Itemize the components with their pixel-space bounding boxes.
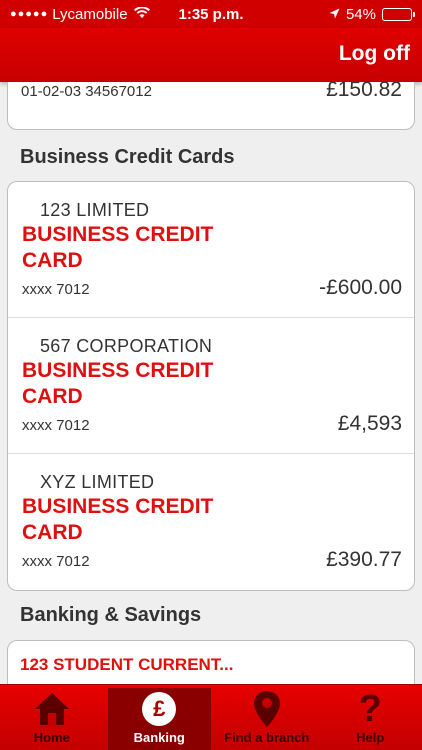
tab-label: Find a branch	[224, 730, 310, 745]
product-name-line: CARD	[22, 249, 83, 272]
product-name: BUSINESS CREDIT CARD	[22, 222, 262, 274]
account-balance: £150.82	[326, 82, 402, 101]
card-balance: £390.77	[326, 548, 402, 571]
tab-label: Home	[33, 730, 70, 745]
top-navigation-bar: Log off	[0, 28, 422, 82]
tab-help[interactable]: ? Help	[319, 685, 422, 750]
location-arrow-icon	[329, 6, 340, 23]
tab-home[interactable]: Home	[0, 685, 104, 750]
product-name: BUSINESS CREDIT CARD	[22, 358, 262, 410]
product-name-line: BUSINESS CREDIT	[22, 359, 214, 382]
product-name-line: BUSINESS CREDIT	[22, 495, 214, 518]
pound-icon: £	[142, 690, 177, 728]
accounts-list[interactable]: 01-02-03 34567012 £150.82 Business Credi…	[0, 82, 422, 684]
tab-label: Help	[356, 730, 385, 745]
company-name: XYZ LIMITED	[40, 472, 155, 492]
account-number: 01-02-03 34567012	[21, 83, 152, 100]
tab-banking[interactable]: £ Banking	[107, 688, 211, 750]
status-bar: ●●●●● Lycamobile 1:35 p.m. 54%	[0, 0, 422, 28]
company-name: 567 CORPORATION	[40, 336, 213, 356]
section-title-banking-savings: Banking & Savings	[20, 604, 202, 626]
product-name-line: BUSINESS CREDIT	[22, 223, 214, 246]
card-balance: -£600.00	[319, 276, 402, 299]
tab-label: Banking	[133, 730, 185, 745]
credit-card-row[interactable]: XYZ LIMITED BUSINESS CREDIT CARD xxxx 70…	[8, 454, 414, 590]
masked-card-number: xxxx 7012	[22, 553, 90, 570]
wifi-icon	[133, 5, 150, 22]
credit-card-row[interactable]: 123 LIMITED BUSINESS CREDIT CARD xxxx 70…	[8, 182, 414, 318]
log-off-button[interactable]: Log off	[339, 42, 410, 66]
help-icon: ?	[358, 688, 382, 730]
savings-account-name: 123 STUDENT CURRENT...	[20, 655, 234, 674]
banking-savings-card[interactable]: 123 STUDENT CURRENT...	[7, 640, 415, 684]
account-card[interactable]: 01-02-03 34567012 £150.82	[7, 82, 415, 130]
section-title-business-credit-cards: Business Credit Cards	[20, 146, 235, 168]
battery-icon	[382, 7, 415, 21]
masked-card-number: xxxx 7012	[22, 417, 90, 434]
location-pin-icon	[253, 690, 281, 728]
company-name: 123 LIMITED	[40, 200, 150, 220]
business-credit-cards-card: 123 LIMITED BUSINESS CREDIT CARD xxxx 70…	[7, 181, 415, 591]
product-name-line: CARD	[22, 521, 83, 544]
tab-find-a-branch[interactable]: Find a branch	[215, 685, 319, 750]
signal-strength-icon: ●●●●●	[10, 8, 49, 20]
product-name-line: CARD	[22, 385, 83, 408]
product-name: BUSINESS CREDIT CARD	[22, 494, 262, 546]
card-balance: £4,593	[337, 412, 402, 435]
credit-card-row[interactable]: 567 CORPORATION BUSINESS CREDIT CARD xxx…	[8, 318, 414, 454]
masked-card-number: xxxx 7012	[22, 281, 90, 298]
bottom-tab-bar: Home £ Banking Find a branch ? Help	[0, 684, 422, 750]
carrier-name: Lycamobile	[52, 5, 128, 23]
battery-percent: 54%	[345, 5, 376, 23]
home-icon	[33, 690, 71, 728]
